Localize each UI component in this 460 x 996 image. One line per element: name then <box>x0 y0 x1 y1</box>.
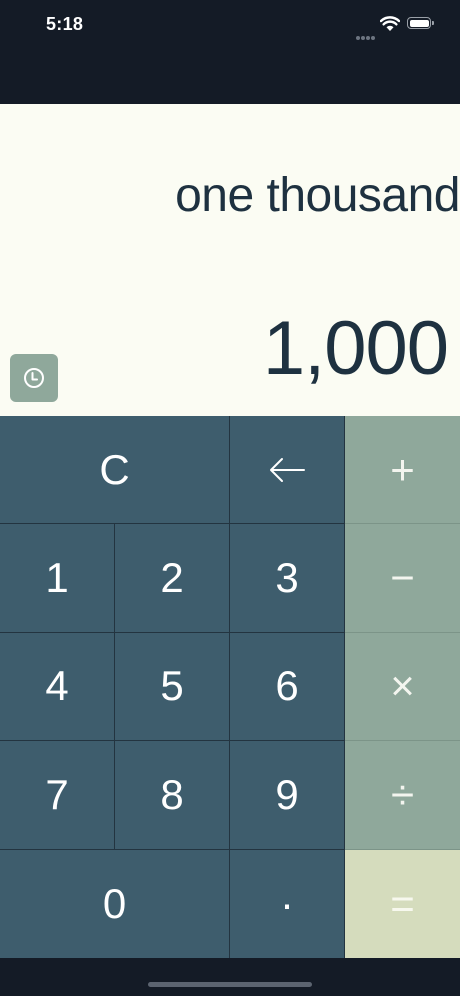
clear-button[interactable]: C <box>0 416 230 525</box>
wifi-icon <box>380 16 400 31</box>
digit-6-button[interactable]: 6 <box>230 632 345 742</box>
keypad: C + 1 2 3 − 4 5 6 × 7 8 9 ÷ 0 · = <box>0 416 460 958</box>
digit-3-button[interactable]: 3 <box>230 524 345 633</box>
cellular-signal-icon <box>356 27 376 45</box>
battery-icon <box>407 17 434 29</box>
status-bar: 5:18 <box>0 0 460 50</box>
calculator-display: one thousand 1,000 <box>0 104 460 416</box>
status-time: 5:18 <box>46 14 84 34</box>
multiply-button[interactable]: × <box>345 632 460 742</box>
digit-7-button[interactable]: 7 <box>0 741 115 850</box>
digit-9-button[interactable]: 9 <box>230 741 345 850</box>
equals-button[interactable]: = <box>345 849 460 958</box>
number-in-words: one thousand <box>175 169 460 222</box>
home-indicator[interactable] <box>148 982 312 987</box>
divide-button[interactable]: ÷ <box>345 741 460 850</box>
history-button[interactable] <box>10 354 58 402</box>
digit-8-button[interactable]: 8 <box>115 741 230 850</box>
digit-5-button[interactable]: 5 <box>115 632 230 742</box>
number-display: 1,000 <box>262 306 449 391</box>
digit-1-button[interactable]: 1 <box>0 524 115 633</box>
arrow-left-icon <box>270 457 305 482</box>
digit-0-button[interactable]: 0 <box>0 849 230 958</box>
backspace-button[interactable] <box>230 416 345 525</box>
plus-button[interactable]: + <box>345 416 460 525</box>
clock-icon <box>24 368 44 388</box>
digit-2-button[interactable]: 2 <box>115 524 230 633</box>
digit-4-button[interactable]: 4 <box>0 632 115 742</box>
minus-button[interactable]: − <box>345 524 460 633</box>
decimal-button[interactable]: · <box>230 849 345 958</box>
